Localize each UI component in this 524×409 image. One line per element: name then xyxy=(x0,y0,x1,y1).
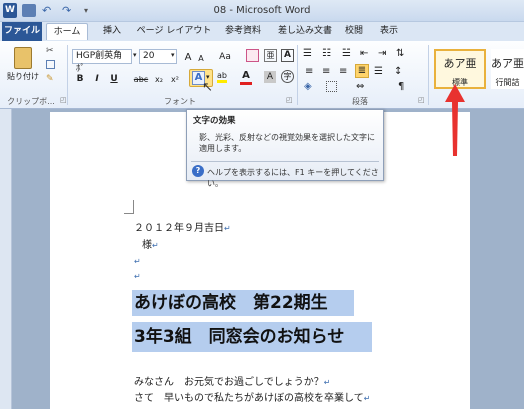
paragraph-mark: ↵ xyxy=(134,257,141,266)
text-direction-icon[interactable]: ⇔ xyxy=(356,81,364,92)
tab-insert[interactable]: 挿入 xyxy=(92,23,132,40)
doc-body-1-text: みなさん お元気でお過ごしでしょうか？ xyxy=(134,377,324,388)
tab-references[interactable]: 参考資料 xyxy=(218,23,268,40)
borders-icon[interactable] xyxy=(326,81,337,92)
window-title: 08 - Microsoft Word xyxy=(213,5,311,16)
enclose-char-icon[interactable]: 字 xyxy=(281,70,294,83)
bullets-icon[interactable]: ☰ xyxy=(303,48,312,59)
style-no-spacing[interactable]: あア亜 行間詰 xyxy=(491,49,524,89)
increase-indent-icon[interactable]: ⇥ xyxy=(378,48,386,59)
help-icon: ? xyxy=(192,165,204,177)
tooltip-help: ヘルプを表示するには、F1 キーを押してください。 xyxy=(207,168,379,188)
doc-heading-1[interactable]: あけぼの高校 第22期生 xyxy=(132,290,354,316)
tab-review[interactable]: 校閲 xyxy=(340,23,368,40)
highlight-icon[interactable]: ab xyxy=(217,71,227,83)
doc-salutation-text: 様 xyxy=(142,240,152,251)
tooltip-description: 影、光彩、反射などの視覚効果を選択した文字に適用します。 xyxy=(199,133,375,153)
paragraph-mark: ↵ xyxy=(224,224,231,233)
shading-icon[interactable]: ◈ xyxy=(304,81,312,92)
doc-body-2-text: さて 早いもので私たちがあけぼの高校を卒業して xyxy=(134,393,364,404)
font-group-label: フォント xyxy=(164,97,196,106)
paste-label: 貼り付け xyxy=(7,72,39,81)
char-border-icon[interactable]: A xyxy=(281,49,294,62)
justify-button[interactable]: ≣ xyxy=(355,64,369,78)
underline-button[interactable]: U xyxy=(108,72,120,87)
change-case-button[interactable]: Aa xyxy=(214,50,236,65)
paragraph-group-label: 段落 xyxy=(352,97,368,106)
vertical-ruler xyxy=(0,109,12,409)
tab-home[interactable]: ホーム xyxy=(46,23,88,40)
format-painter-icon[interactable]: ✎ xyxy=(46,74,54,84)
shrink-font-button[interactable]: A xyxy=(196,51,206,66)
red-arrow-icon xyxy=(445,84,465,156)
style-preview: あア亜 xyxy=(443,57,477,70)
tab-page-layout[interactable]: ページ レイアウト xyxy=(134,23,214,40)
decrease-indent-icon[interactable]: ⇤ xyxy=(360,48,368,59)
separator xyxy=(297,45,298,105)
doc-heading-2[interactable]: 3年3組 同窓会のお知らせ xyxy=(132,322,372,352)
show-marks-icon[interactable]: ¶ xyxy=(398,81,404,92)
align-center-icon[interactable]: ≡ xyxy=(322,66,330,77)
mouse-cursor-icon: ↖ xyxy=(202,80,213,95)
grow-font-button[interactable]: A xyxy=(182,50,194,65)
cut-icon[interactable]: ✂ xyxy=(46,46,54,56)
doc-body-1[interactable]: みなさん お元気でお過ごしでしょうか？↵ xyxy=(134,373,330,388)
clipboard-icon xyxy=(14,47,32,69)
paste-button[interactable]: 貼り付け xyxy=(6,45,40,89)
paragraph-launcher-icon[interactable]: ◰ xyxy=(418,96,425,104)
separator xyxy=(428,45,429,105)
font-size-dropdown-icon[interactable]: ▾ xyxy=(171,51,175,59)
paragraph-mark: ↵ xyxy=(134,272,141,281)
align-right-icon[interactable]: ≡ xyxy=(339,66,347,77)
font-name-dropdown-icon[interactable]: ▾ xyxy=(133,51,137,59)
char-shading-icon[interactable]: A xyxy=(264,71,276,83)
paragraph-mark: ↵ xyxy=(323,378,331,387)
title-bar: W ↶ ↷ ▾ 08 - Microsoft Word xyxy=(0,0,524,22)
multilevel-list-icon[interactable]: ☱ xyxy=(342,48,351,59)
numbering-icon[interactable]: ☷ xyxy=(322,48,331,59)
line-spacing-icon[interactable]: ↕ xyxy=(394,66,402,77)
tooltip: 文字の効果 影、光彩、反射などの視覚効果を選択した文字に適用します。 ? ヘルプ… xyxy=(186,109,384,188)
font-launcher-icon[interactable]: ◰ xyxy=(286,96,293,104)
font-name-box[interactable]: HGP創英角ﾎﾟ xyxy=(72,49,132,74)
italic-button[interactable]: I xyxy=(91,72,103,87)
tooltip-divider xyxy=(191,161,379,162)
clipboard-group-label: クリップボ... xyxy=(7,97,55,106)
tab-mailings[interactable]: 差し込み文書 xyxy=(272,23,338,40)
tab-view[interactable]: 表示 xyxy=(374,23,404,40)
tooltip-title: 文字の効果 xyxy=(193,116,236,126)
clipboard-launcher-icon[interactable]: ◰ xyxy=(60,96,67,104)
doc-date-text: ２０１２年９月吉日 xyxy=(134,223,224,234)
align-left-icon[interactable]: ≡ xyxy=(305,66,313,77)
superscript-button[interactable]: x² xyxy=(168,72,182,87)
distribute-icon[interactable]: ☰ xyxy=(374,66,383,77)
strikethrough-button[interactable]: abc xyxy=(132,72,150,87)
clear-format-icon[interactable] xyxy=(246,49,259,62)
copy-icon[interactable] xyxy=(46,60,55,69)
tab-file[interactable]: ファイル xyxy=(2,22,42,41)
separator xyxy=(67,45,68,105)
subscript-button[interactable]: x₂ xyxy=(152,72,166,87)
sort-icon[interactable]: ⇅ xyxy=(396,48,404,59)
paragraph-mark: ↵ xyxy=(363,394,371,403)
doc-salutation[interactable]: 様↵ xyxy=(142,236,159,251)
bold-button[interactable]: B xyxy=(74,72,86,87)
doc-body-2[interactable]: さて 早いもので私たちがあけぼの高校を卒業して↵ xyxy=(134,389,370,404)
phonetic-guide-icon[interactable]: 亜 xyxy=(264,49,277,62)
paragraph-mark: ↵ xyxy=(152,241,159,250)
doc-date[interactable]: ２０１２年９月吉日↵ xyxy=(134,219,231,234)
style-normal[interactable]: あア亜 標準 xyxy=(434,49,486,89)
margin-corner-mark xyxy=(124,200,134,214)
style-label: 行間詰 xyxy=(495,78,520,87)
style-preview: あア亜 xyxy=(491,57,524,70)
font-color-button[interactable]: A xyxy=(240,70,252,85)
